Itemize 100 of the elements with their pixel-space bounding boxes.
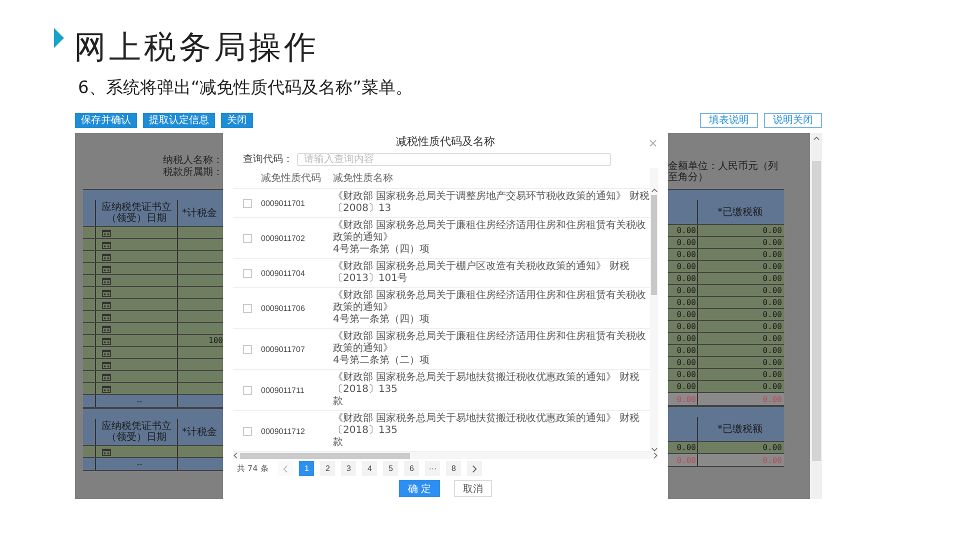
table-cell-text: 《财政部 国家税务总局关于易地扶贫搬迁税收优惠政策的通知》 财税〔2018〕135	[333, 372, 640, 396]
table-cell: 0.00	[676, 370, 696, 379]
scroll-left-icon[interactable]	[233, 452, 238, 460]
toolbar-button[interactable]: 关闭	[221, 113, 253, 128]
table-cell: 0.00	[762, 358, 782, 367]
calendar-icon[interactable]	[102, 252, 111, 260]
checkbox[interactable]	[242, 234, 252, 243]
table-cell: 0.00	[762, 226, 782, 235]
column-header: *已缴税额	[716, 206, 764, 220]
toolbar-button[interactable]: 说明关闭	[764, 113, 822, 128]
scroll-up-icon[interactable]	[650, 188, 658, 194]
table-cell-text: 4号第一条第（四）项	[333, 314, 430, 326]
horizontal-scrollbar[interactable]	[233, 452, 658, 460]
scroll-up-icon[interactable]	[812, 136, 820, 141]
table-cell: 100	[208, 336, 223, 345]
table-cell: 0.00	[676, 322, 696, 331]
table-cell-text: 《财政部 国家税务总局关于廉租住房经济适用住房和住房租赁有关税收政策的通知》	[333, 331, 648, 355]
calendar-icon[interactable]	[102, 372, 111, 380]
table-cell-text: 4号第二条第（二）项	[333, 355, 430, 368]
total-count: 共 74 条	[237, 463, 268, 474]
scroll-down-icon[interactable]	[650, 447, 658, 452]
calendar-icon[interactable]	[102, 448, 111, 456]
table-cell: 0.00	[762, 238, 782, 247]
calendar-icon[interactable]	[102, 312, 111, 320]
checkbox[interactable]	[242, 426, 252, 436]
chevron-right-icon[interactable]	[472, 464, 478, 473]
page-button[interactable]: ···	[425, 461, 440, 476]
page-button[interactable]: 6	[404, 461, 420, 476]
triangle-marker-icon	[54, 28, 64, 48]
table-cell: 0.00	[762, 334, 782, 343]
calendar-icon[interactable]	[102, 264, 111, 272]
calendar-icon[interactable]	[102, 360, 111, 368]
table-cell-text: 款	[333, 437, 344, 450]
toolbar-button[interactable]: 提取认定信息	[143, 113, 215, 128]
table-cell-text: 0009011701	[261, 198, 306, 208]
table-cell: 0.00	[676, 358, 696, 367]
column-header: *已缴税额	[716, 422, 764, 436]
table-cell: --	[136, 396, 142, 406]
chevron-left-icon[interactable]	[283, 464, 288, 473]
table-cell: 0.00	[676, 238, 696, 247]
table-cell: 0.00	[762, 250, 782, 259]
page-scrollbar[interactable]	[810, 133, 822, 499]
dialog-title: 减税性质代码及名称	[396, 134, 495, 150]
slide-title: 网上税务局操作	[74, 27, 319, 68]
column-header: 应纳税凭证书立（领受）日期	[96, 419, 178, 445]
table-cell: 0.00	[762, 310, 782, 319]
slide-subtitle: 6、系统将弹出“减免性质代码及名称”菜单。	[78, 77, 414, 99]
table-cell-text: 《财政部 国家税务总局关于廉租住房经济适用住房和住房租赁有关税收政策的通知》	[333, 290, 648, 314]
table-cell: 0.00	[762, 346, 782, 355]
page-button[interactable]: 8	[446, 461, 462, 476]
page-button[interactable]: 3	[341, 461, 356, 476]
table-cell: 0.00	[762, 286, 782, 295]
checkbox[interactable]	[242, 344, 252, 354]
page-button[interactable]: 2	[320, 461, 336, 476]
vertical-scrollbar[interactable]	[650, 168, 658, 452]
page-button[interactable]: 4	[362, 461, 378, 476]
table-cell-text: 0009011707	[261, 344, 306, 354]
toolbar-button[interactable]: 填表说明	[700, 113, 758, 128]
calendar-icon[interactable]	[102, 384, 111, 392]
table-cell: 0.00	[676, 310, 696, 319]
table-cell: 0.00	[676, 443, 696, 452]
table-cell: 0.00	[762, 274, 782, 283]
table-cell: 0.00	[676, 346, 696, 355]
page-button[interactable]: 5	[383, 461, 398, 476]
calendar-icon[interactable]	[102, 324, 111, 332]
previous-page-button[interactable]	[278, 461, 294, 476]
table-cell: 《财政部 国家税务总局关于调整房地产交易环节税收政策的通知》 财税〔2008〕13	[333, 191, 650, 216]
table-cell-text: 0009011704	[261, 268, 306, 278]
table-cell-text: 款	[333, 396, 344, 408]
checkbox[interactable]	[242, 304, 252, 313]
table-cell-text: 0009011711	[261, 386, 306, 395]
table-cell: 0.00	[676, 382, 696, 391]
table-cell-text: 4号第一条第（四）项	[333, 244, 430, 256]
calendar-icon[interactable]	[102, 288, 111, 296]
calendar-icon[interactable]	[102, 240, 111, 248]
table-cell: 0.00	[676, 334, 696, 343]
table-cell: 0.00	[762, 298, 782, 307]
calendar-icon[interactable]	[102, 336, 111, 344]
amount-unit-note: 金额单位：人民币元（列至角分）	[668, 161, 779, 185]
toolbar-button[interactable]: 保存并确认	[75, 113, 137, 128]
table-cell: 0.00	[676, 456, 696, 464]
table-cell: 0.00	[762, 443, 782, 452]
checkbox[interactable]	[242, 268, 252, 278]
table-cell: 0.00	[762, 322, 782, 331]
calendar-icon[interactable]	[102, 300, 111, 308]
scroll-right-icon[interactable]	[653, 452, 658, 460]
calendar-icon[interactable]	[102, 276, 111, 284]
table-cell: 0.00	[676, 394, 696, 404]
checkbox[interactable]	[242, 386, 252, 395]
checkbox[interactable]	[242, 198, 252, 208]
next-page-button[interactable]	[467, 461, 482, 476]
calendar-icon[interactable]	[102, 228, 111, 236]
form-label: 税款所属期：	[163, 167, 223, 179]
table-cell: --	[136, 460, 142, 468]
column-header: 减免性质名称	[333, 172, 394, 186]
column-header: 减免性质代码	[261, 172, 322, 186]
dialog-button[interactable]: 取消	[454, 480, 492, 498]
table-cell: 0.00	[676, 226, 696, 235]
calendar-icon[interactable]	[102, 348, 111, 356]
table-cell: 0.00	[762, 262, 782, 271]
